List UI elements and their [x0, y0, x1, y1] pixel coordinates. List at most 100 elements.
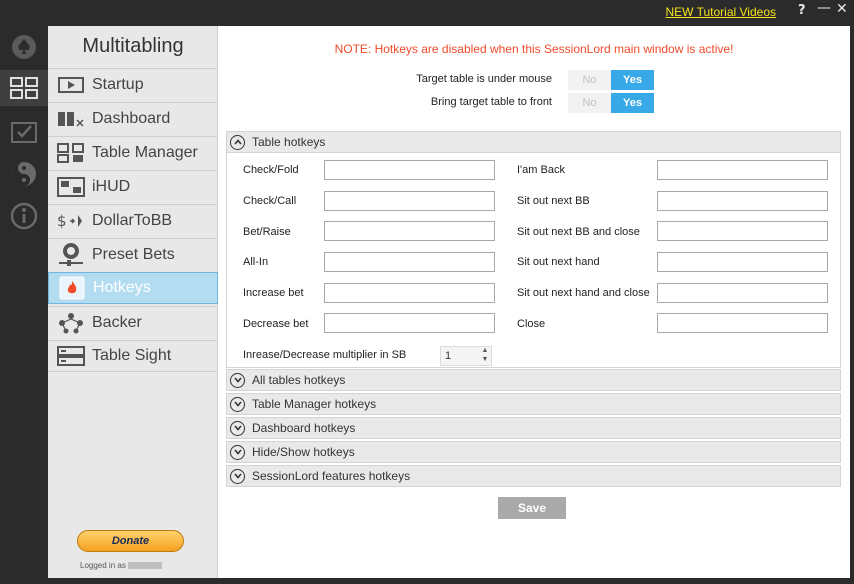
section-title: All tables hotkeys	[252, 373, 346, 387]
sidebar-item-label: iHUD	[92, 177, 131, 195]
hotkey-label-decrease-bet: Decrease bet	[243, 318, 309, 330]
hotkey-input-sit-out-next-bb-close[interactable]	[657, 221, 828, 241]
sessionlord-features-hotkeys-header[interactable]: SessionLord features hotkeys	[226, 465, 841, 487]
hotkey-label-check-fold: Check/Fold	[243, 164, 299, 176]
section-title: Table hotkeys	[252, 135, 326, 149]
section-title: Hide/Show hotkeys	[252, 445, 355, 459]
target-under-mouse-toggle[interactable]: No Yes	[568, 70, 654, 90]
spin-up-icon[interactable]: ▲	[480, 347, 490, 355]
chevron-up-icon	[230, 134, 245, 150]
sidebar-item-label: Preset Bets	[92, 245, 175, 263]
chevron-down-icon	[230, 420, 245, 436]
toggle-option-no[interactable]: No	[568, 93, 611, 113]
sidebar-item-label: DollarToBB	[92, 211, 173, 229]
hotkey-label-sit-out-next-hand-close: Sit out next hand and close	[517, 287, 650, 299]
dashboard-icon	[52, 105, 90, 133]
hotkey-input-all-in[interactable]	[324, 252, 495, 272]
hotkey-label-sit-out-next-bb: Sit out next BB	[517, 195, 590, 207]
startup-icon	[52, 71, 90, 99]
hotkey-input-sit-out-next-hand[interactable]	[657, 252, 828, 272]
flame-icon	[53, 274, 91, 302]
toggle-option-yes[interactable]: Yes	[611, 70, 654, 90]
sidebar-item-label: Dashboard	[92, 109, 171, 127]
hotkey-input-sit-out-next-bb[interactable]	[657, 191, 828, 211]
table-manager-hotkeys-header[interactable]: Table Manager hotkeys	[226, 393, 841, 415]
tutorial-videos-link[interactable]: NEW Tutorial Videos	[666, 5, 777, 19]
minimize-button[interactable]: —	[817, 0, 831, 16]
spin-down-icon[interactable]: ▼	[480, 356, 490, 364]
spade-icon[interactable]	[8, 31, 40, 63]
dashboard-hotkeys-header[interactable]: Dashboard hotkeys	[226, 417, 841, 439]
toggle-label: Bring target table to front	[430, 96, 552, 108]
hotkey-input-check-call[interactable]	[324, 191, 495, 211]
yin-yang-icon[interactable]	[8, 158, 40, 190]
hotkey-input-increase-bet[interactable]	[324, 283, 495, 303]
sidebar-item-label: Table Manager	[92, 143, 198, 161]
sidebar-item-table-manager[interactable]: Table Manager	[48, 136, 218, 168]
hotkey-label-all-in: All-In	[243, 256, 269, 268]
toggle-option-no[interactable]: No	[568, 70, 611, 90]
hotkey-label-sit-out-next-hand: Sit out next hand	[517, 256, 600, 268]
sidebar: Multitabling Startup Dashboard Table Man…	[48, 26, 218, 578]
hotkey-input-check-fold[interactable]	[324, 160, 495, 180]
hotkey-input-iam-back[interactable]	[657, 160, 828, 180]
section-title: Table Manager hotkeys	[252, 397, 377, 411]
hotkey-label-bet-raise: Bet/Raise	[243, 226, 291, 238]
sidebar-item-hotkeys[interactable]: Hotkeys	[48, 272, 218, 304]
backer-icon	[52, 309, 90, 337]
sidebar-item-startup[interactable]: Startup	[48, 68, 218, 100]
sidebar-item-ihud[interactable]: iHUD	[48, 170, 218, 202]
dollar-to-bb-icon: $	[52, 207, 90, 235]
info-icon[interactable]	[8, 200, 40, 232]
sidebar-title: Multitabling	[82, 35, 184, 57]
hide-show-hotkeys-header[interactable]: Hide/Show hotkeys	[226, 441, 841, 463]
chevron-down-icon	[230, 468, 245, 484]
title-bar: NEW Tutorial Videos ? — ✕	[0, 0, 854, 26]
chevron-down-icon	[230, 372, 245, 388]
hotkey-input-close[interactable]	[657, 313, 828, 333]
hotkey-input-bet-raise[interactable]	[324, 221, 495, 241]
section-title: SessionLord features hotkeys	[252, 469, 411, 483]
hotkey-input-sit-out-next-hand-close[interactable]	[657, 283, 828, 303]
all-tables-hotkeys-header[interactable]: All tables hotkeys	[226, 369, 841, 391]
sidebar-item-preset-bets[interactable]: Preset Bets	[48, 238, 218, 270]
sidebar-item-label: Table Sight	[92, 347, 172, 364]
hotkey-input-decrease-bet[interactable]	[324, 313, 495, 333]
hotkey-label-iam-back: I'am Back	[517, 164, 565, 176]
checkbox-icon[interactable]	[8, 116, 40, 148]
help-button[interactable]: ?	[798, 3, 806, 18]
svg-text:$: $	[57, 212, 67, 230]
sidebar-item-dashboard[interactable]: Dashboard	[48, 102, 218, 134]
hotkey-label-increase-bet: Increase bet	[243, 287, 304, 299]
sidebar-item-dollartobb[interactable]: $ DollarToBB	[48, 204, 218, 236]
table-sight-icon	[52, 342, 90, 370]
sidebar-item-table-sight[interactable]: Table Sight	[48, 340, 218, 372]
save-button[interactable]: Save	[498, 497, 566, 519]
toggle-row-bring-to-front: Bring target table to front No Yes	[218, 93, 850, 113]
window-border-bottom	[0, 578, 854, 584]
table-hotkeys-header[interactable]: Table hotkeys	[226, 131, 841, 153]
window-border-right	[850, 26, 854, 578]
preset-bets-icon	[52, 241, 90, 269]
username-redacted	[127, 562, 162, 569]
multiplier-label: Inrease/Decrease multiplier in SB	[243, 349, 407, 361]
sidebar-item-backer[interactable]: Backer	[48, 306, 218, 338]
sidebar-item-label: Hotkeys	[93, 279, 151, 296]
sidebar-item-label: Backer	[92, 313, 142, 331]
section-title: Dashboard hotkeys	[252, 421, 356, 435]
donate-button[interactable]: Donate	[77, 530, 184, 552]
multiplier-value: 1	[445, 350, 452, 362]
table-manager-icon	[52, 139, 90, 167]
sidebar-item-label: Startup	[92, 75, 144, 93]
logged-in-status: Logged in as	[80, 561, 162, 570]
hotkey-label-close: Close	[517, 318, 546, 330]
chevron-down-icon	[230, 396, 245, 412]
layout-grid-icon[interactable]	[0, 70, 48, 106]
main-panel: NOTE: Hotkeys are disabled when this Ses…	[218, 26, 850, 578]
icon-rail	[0, 26, 48, 578]
close-button[interactable]: ✕	[836, 1, 848, 17]
bring-to-front-toggle[interactable]: No Yes	[568, 93, 654, 113]
toggle-label: Target table is under mouse	[416, 73, 552, 85]
hotkeys-notice: NOTE: Hotkeys are disabled when this Ses…	[334, 42, 734, 56]
toggle-option-yes[interactable]: Yes	[611, 93, 654, 113]
